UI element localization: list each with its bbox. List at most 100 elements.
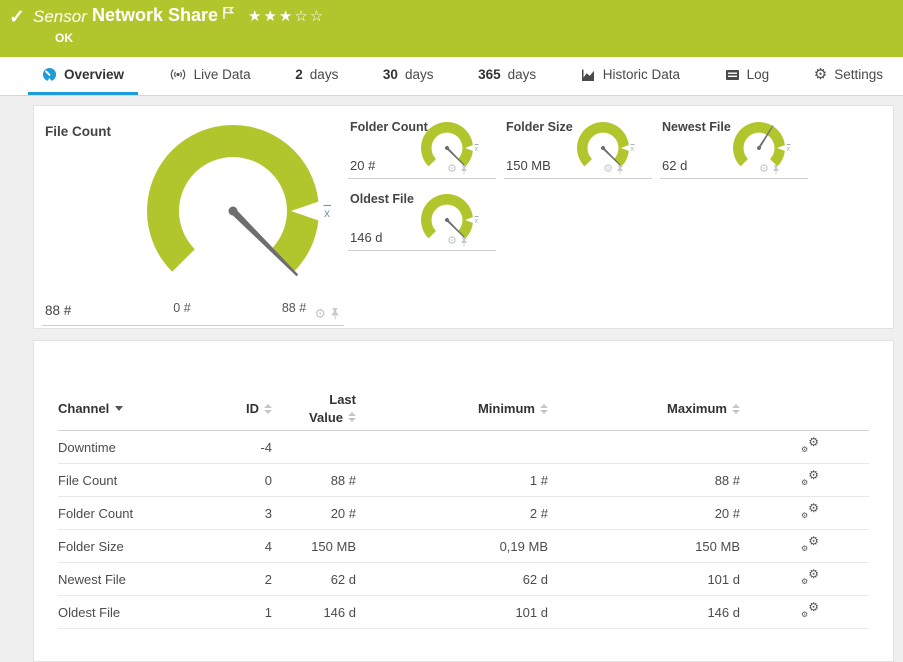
column-header-label: Maximum [667, 401, 727, 416]
sort-desc-icon [115, 406, 123, 411]
svg-text:x: x [324, 206, 330, 220]
gauge-tile-folder-size: Folder Size x 150 MB ⚙ [504, 116, 652, 179]
channel-settings-icon[interactable]: ⚙⚙ [801, 504, 819, 519]
gear-icon[interactable]: ⚙ [603, 164, 613, 175]
tab-bar: Overview Live Data 2 days 30 days 365 da… [0, 57, 903, 96]
table-row: Folder Size 4 150 MB 0,19 MB 150 MB ⚙⚙ [58, 530, 869, 563]
sensor-header: ✓ Sensor Network Share ★★★☆☆ OK [0, 0, 903, 57]
gauge-value: 88 # [45, 303, 71, 318]
table-row: Newest File 2 62 d 62 d 101 d ⚙⚙ [58, 563, 869, 596]
table-row: Folder Count 3 20 # 2 # 20 # ⚙⚙ [58, 497, 869, 530]
gear-icon[interactable]: ⚙ [759, 164, 769, 175]
column-header-label: Value [309, 409, 343, 427]
channel-id: 2 [248, 572, 272, 587]
sensor-title: Network Share [92, 5, 218, 26]
pin-icon[interactable] [460, 236, 468, 247]
file-count-gauge: x [138, 116, 348, 308]
tab-overview-label: Overview [64, 67, 124, 82]
channel-maximum: 88 # [548, 473, 740, 488]
channel-name: File Count [58, 473, 248, 488]
gear-icon[interactable]: ⚙ [314, 307, 326, 320]
channel-name: Oldest File [58, 605, 248, 620]
channel-minimum: 1 # [356, 473, 548, 488]
column-header-id[interactable]: ID [248, 401, 272, 416]
gauge-tile-actions: ⚙ [603, 164, 624, 175]
pin-icon[interactable] [460, 164, 468, 175]
gauge-tile-oldest-file: Oldest File x 146 d ⚙ [348, 188, 496, 251]
object-type-label: Sensor [33, 7, 87, 27]
gauge-value: 146 d [350, 230, 383, 245]
column-header-label: Last [272, 391, 356, 409]
tab-365-days-label: days [508, 67, 537, 82]
sort-icon [264, 404, 272, 414]
sensor-status-text: OK [55, 31, 73, 45]
stars-filled: ★★★ [248, 8, 294, 25]
channel-minimum: 101 d [356, 605, 548, 620]
svg-text:x: x [631, 146, 635, 153]
sort-icon [348, 412, 356, 422]
broadcast-icon [169, 68, 187, 81]
channel-last-value: 88 # [272, 473, 356, 488]
gauge-tile-file-count: File Count x 0 # 88 # 88 # ⚙ [42, 114, 344, 326]
tab-live-data-label: Live Data [194, 67, 251, 82]
gear-icon[interactable]: ⚙ [447, 236, 457, 247]
table-row: File Count 0 88 # 1 # 88 # ⚙⚙ [58, 464, 869, 497]
gear-icon[interactable]: ⚙ [447, 164, 457, 175]
gauge-value: 20 # [350, 158, 375, 173]
channel-maximum: 101 d [548, 572, 740, 587]
status-ok-check-icon: ✓ [9, 6, 25, 29]
tab-30-days[interactable]: 30 days [369, 57, 448, 95]
channels-panel: Channel ID Last Value Minimum Maximum [33, 340, 894, 662]
pin-icon[interactable] [772, 164, 780, 175]
tab-log-label: Log [747, 67, 770, 82]
tab-overview[interactable]: Overview [28, 57, 138, 95]
tab-log[interactable]: Log [711, 57, 784, 95]
tab-historic-data-label: Historic Data [603, 67, 680, 82]
channels-table: Channel ID Last Value Minimum Maximum [34, 341, 893, 629]
tab-historic-data[interactable]: Historic Data [567, 57, 694, 95]
column-header-minimum[interactable]: Minimum [356, 401, 548, 416]
channel-settings-icon[interactable]: ⚙⚙ [801, 603, 819, 618]
channel-settings-icon[interactable]: ⚙⚙ [801, 537, 819, 552]
channel-name: Folder Count [58, 506, 248, 521]
tab-settings[interactable]: ⚙ Settings [800, 57, 897, 95]
channel-last-value: 150 MB [272, 539, 356, 554]
channel-id: 4 [248, 539, 272, 554]
gauge-tile-actions: ⚙ [759, 164, 780, 175]
column-header-channel[interactable]: Channel [58, 401, 248, 416]
gauge-scale-min: 0 # [154, 301, 210, 315]
tab-30-days-number: 30 [383, 67, 398, 82]
channel-settings-icon[interactable]: ⚙⚙ [801, 438, 819, 453]
channel-settings-icon[interactable]: ⚙⚙ [801, 570, 819, 585]
priority-stars[interactable]: ★★★☆☆ [248, 7, 325, 25]
table-row: Downtime -4 ⚙⚙ [58, 431, 869, 464]
tab-365-days-number: 365 [478, 67, 501, 82]
column-header-maximum[interactable]: Maximum [548, 401, 740, 416]
gauge-value: 150 MB [506, 158, 551, 173]
channel-id: -4 [248, 440, 272, 455]
channel-id: 1 [248, 605, 272, 620]
column-header-last-value[interactable]: Last Value [272, 391, 356, 426]
column-header-label: Minimum [478, 401, 535, 416]
flag-icon[interactable] [222, 6, 235, 25]
tab-365-days[interactable]: 365 days [464, 57, 550, 95]
channel-settings-icon[interactable]: ⚙⚙ [801, 471, 819, 486]
channel-maximum: 150 MB [548, 539, 740, 554]
pin-icon[interactable] [616, 164, 624, 175]
pin-icon[interactable] [330, 307, 340, 320]
sort-icon [540, 404, 548, 414]
tab-2-days-number: 2 [295, 67, 303, 82]
channel-maximum: 146 d [548, 605, 740, 620]
tab-live-data[interactable]: Live Data [155, 57, 265, 95]
channel-name: Folder Size [58, 539, 248, 554]
tab-30-days-label: days [405, 67, 434, 82]
gauges-panel: File Count x 0 # 88 # 88 # ⚙ [33, 105, 894, 329]
tab-settings-label: Settings [834, 67, 883, 82]
gauge-tile-newest-file: Newest File x 62 d ⚙ [660, 116, 808, 179]
channel-id: 3 [248, 506, 272, 521]
gauge-title: Newest File [662, 120, 731, 134]
sort-icon [732, 404, 740, 414]
channel-name: Downtime [58, 440, 248, 455]
channel-minimum: 2 # [356, 506, 548, 521]
tab-2-days[interactable]: 2 days [281, 57, 352, 95]
